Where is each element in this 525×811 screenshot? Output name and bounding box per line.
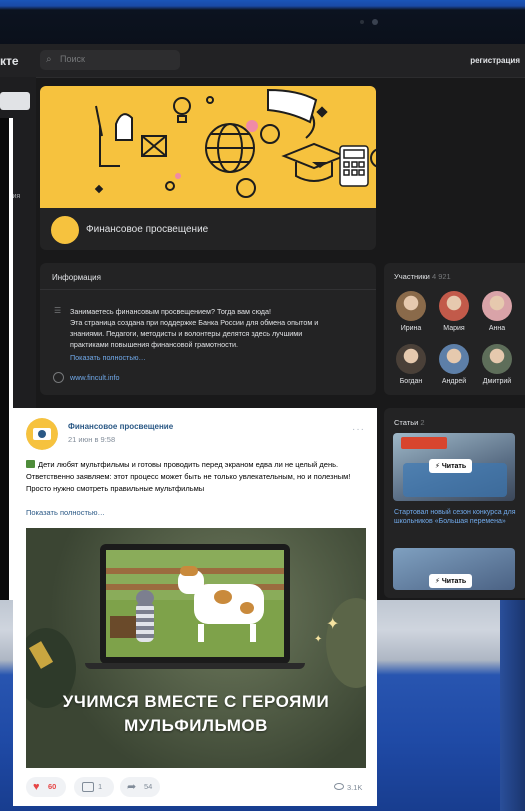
share-count: 54 xyxy=(144,782,153,791)
like-count: 60 xyxy=(48,782,57,791)
community-cover-image xyxy=(40,86,376,208)
comment-count: 1 xyxy=(98,782,103,791)
member-avatar[interactable] xyxy=(482,291,512,321)
info-header: Информация xyxy=(52,273,101,282)
globe-icon xyxy=(53,372,64,383)
site-logo-fragment[interactable]: кте xyxy=(0,54,19,68)
post-author-avatar[interactable] xyxy=(26,418,58,450)
comment-button[interactable]: 1 xyxy=(74,777,114,797)
show-more-link[interactable]: Показать полностью… xyxy=(70,353,146,362)
read-article-button-2[interactable]: ⚡ Читать xyxy=(429,574,473,588)
member-avatar[interactable] xyxy=(439,291,469,321)
member-avatar[interactable] xyxy=(396,344,426,374)
left-sidebar-button[interactable] xyxy=(0,92,30,110)
post-date[interactable]: 21 июн в 9:58 xyxy=(68,435,115,444)
article-thumbnail-2[interactable]: ⚡ Читать xyxy=(393,548,515,590)
share-icon: ➦ xyxy=(127,781,137,793)
member-name[interactable]: Анна xyxy=(477,325,517,332)
info-description: Занимаетесь финансовым просвещением? Тог… xyxy=(70,307,319,349)
articles-header[interactable]: Статьи 2 xyxy=(394,418,425,427)
views-counter: 3.1K xyxy=(334,783,362,792)
post-menu-icon[interactable]: ··· xyxy=(352,424,365,435)
member-avatar[interactable] xyxy=(439,344,469,374)
window-edge-inner xyxy=(0,118,9,600)
description-icon: ☰ xyxy=(54,306,62,315)
sparkle-icon: ✦ xyxy=(326,616,340,633)
eye-icon xyxy=(334,783,344,790)
webcam-dot xyxy=(360,20,364,24)
sparkle-icon-small: ✦ xyxy=(314,634,323,645)
post-show-more-link[interactable]: Показать полностью… xyxy=(26,508,105,517)
community-title: Финансовое просвещение xyxy=(86,224,209,235)
cartoon-frame xyxy=(106,550,284,657)
member-name[interactable]: Ирина xyxy=(391,325,431,332)
post-author-name[interactable]: Финансовое просвещение xyxy=(68,422,173,431)
member-name[interactable]: Богдан xyxy=(391,378,431,385)
finance-illustration xyxy=(94,88,376,198)
website-link[interactable]: www.fincult.info xyxy=(70,373,120,382)
heart-icon: ♥ xyxy=(33,781,40,793)
member-avatar[interactable] xyxy=(396,291,426,321)
post-text: Дети любят мультфильмы и готовы проводит… xyxy=(26,460,351,493)
webcam-lens xyxy=(372,19,378,25)
like-button[interactable]: ♥ 60 xyxy=(26,777,66,797)
member-name[interactable]: Андрей xyxy=(434,378,474,385)
search-placeholder: Поиск xyxy=(60,54,85,64)
search-input[interactable]: ⌕ Поиск xyxy=(40,50,180,70)
read-article-button[interactable]: ⚡ Читать xyxy=(429,459,473,473)
member-name[interactable]: Дмитрий xyxy=(477,378,517,385)
search-icon: ⌕ xyxy=(46,54,52,65)
photo-backdrop-right xyxy=(500,600,525,811)
member-avatar[interactable] xyxy=(482,344,512,374)
member-name[interactable]: Мария xyxy=(434,325,474,332)
members-header[interactable]: Участники 4 921 xyxy=(394,272,451,281)
community-avatar[interactable] xyxy=(49,214,81,246)
community-logo-icon xyxy=(26,418,58,450)
share-button[interactable]: ➦ 54 xyxy=(120,777,160,797)
video-banner-text: УЧИМСЯ ВМЕСТЕ С ГЕРОЯМИ МУЛЬФИЛЬМОВ xyxy=(62,692,330,735)
register-link[interactable]: регистрация xyxy=(440,56,520,65)
article-title[interactable]: Стартовал новый сезон конкурса для школь… xyxy=(394,508,516,526)
article-thumbnail[interactable]: ⚡ Читать xyxy=(393,433,515,501)
laptop-base xyxy=(85,663,305,669)
divider xyxy=(40,289,376,290)
comment-icon xyxy=(82,782,94,792)
emoji-icon xyxy=(26,460,35,468)
